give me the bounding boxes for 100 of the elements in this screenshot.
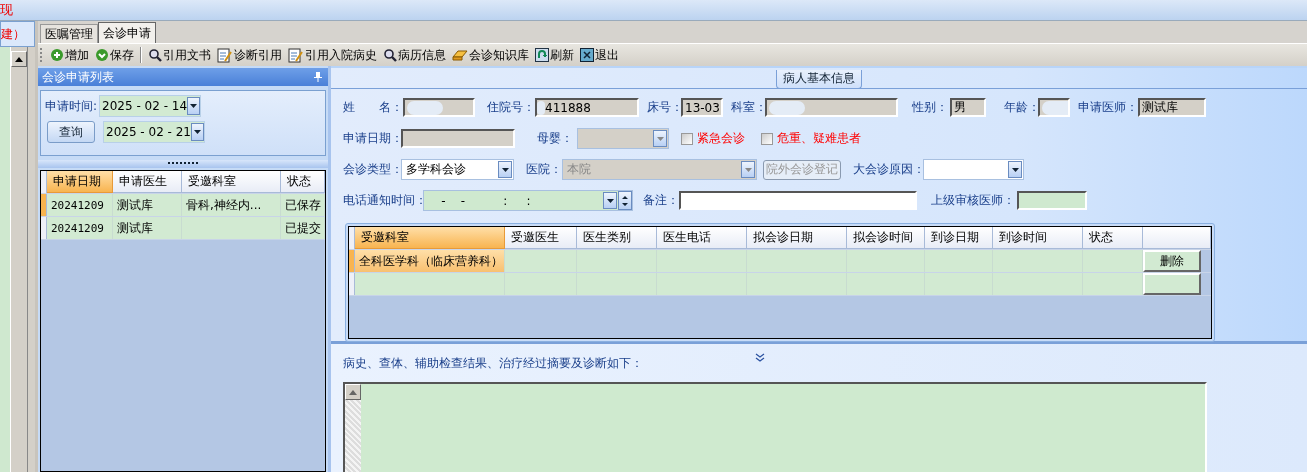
query-button[interactable]: 查询: [47, 121, 95, 143]
table-cell: 测试库: [112, 217, 183, 239]
close-icon: [580, 48, 594, 62]
dropdown[interactable]: 多学科会诊: [401, 159, 514, 180]
table-cell: [1083, 250, 1143, 272]
dropdown-arrow-icon[interactable]: [606, 198, 614, 203]
field-label: 床号：: [647, 99, 681, 116]
text-field[interactable]: [765, 98, 898, 117]
spin-icon: [618, 191, 632, 210]
table-cell: 测试库: [112, 194, 183, 216]
column-header[interactable]: 申请医生: [112, 171, 183, 193]
document-pen-icon: [288, 47, 304, 63]
table-cell: [505, 273, 577, 295]
field-label: 电话通知时间：: [343, 192, 423, 209]
table-cell: [505, 250, 577, 272]
toolbar-button[interactable]: 增加: [48, 46, 91, 64]
tab[interactable]: 会诊申请: [98, 22, 156, 43]
toolbar-button[interactable]: 会诊知识库: [450, 46, 531, 64]
tab[interactable]: 医嘱管理: [40, 24, 98, 43]
document-pen-icon: [217, 47, 233, 63]
text-field[interactable]: [1038, 98, 1070, 117]
text-field[interactable]: 男: [950, 98, 986, 117]
column-header[interactable]: 拟会诊日期: [747, 227, 847, 249]
table-cell: 20241209: [46, 194, 113, 216]
field-label: 性别：: [912, 99, 949, 116]
column-header[interactable]: 拟会诊时间: [847, 227, 925, 249]
toolbar-button[interactable]: 引用入院病史: [286, 46, 379, 64]
table-cell: [925, 273, 993, 295]
delete-button[interactable]: 删除: [1143, 250, 1201, 272]
date-picker[interactable]: 2025 - 02 - 21: [103, 121, 205, 143]
column-header[interactable]: 受邀医生: [505, 227, 577, 249]
text-field[interactable]: [1017, 191, 1087, 210]
field-label: 会诊类型：: [343, 161, 401, 178]
column-header[interactable]: 到诊日期: [925, 227, 993, 249]
panel-title: 会诊申请列表: [42, 68, 114, 86]
group-title: 病人基本信息: [776, 70, 862, 89]
field-label: 住院号：: [487, 99, 535, 116]
toolbar-button[interactable]: 退出: [578, 46, 621, 64]
dropdown-arrow-icon[interactable]: [194, 130, 201, 134]
field-label: 上级审核医师：: [931, 192, 1016, 209]
toolbar-button[interactable]: 病历信息: [381, 46, 448, 64]
dropdown-arrow-icon[interactable]: [1011, 167, 1019, 172]
search-icon: [148, 48, 162, 62]
panel-caption: 建）: [1, 25, 25, 43]
field-label: 备注：: [643, 192, 679, 209]
column-header[interactable]: 到诊时间: [993, 227, 1083, 249]
column-header[interactable]: 受邀科室: [355, 227, 505, 249]
text-field[interactable]: 测试库: [1138, 98, 1206, 117]
table-cell: [1083, 273, 1143, 295]
search-icon: [383, 48, 397, 62]
pin-icon[interactable]: [314, 72, 322, 82]
table-cell: 已提交: [281, 217, 325, 239]
plus-icon: [50, 48, 64, 62]
dropdown-arrow-icon[interactable]: [190, 104, 198, 108]
toolbar-button[interactable]: 保存: [93, 46, 136, 64]
field-label: 姓 名：: [343, 99, 403, 116]
text-field[interactable]: [403, 98, 475, 117]
column-header[interactable]: 状态: [1083, 227, 1143, 249]
checkbox[interactable]: [681, 132, 693, 145]
header-corner: [41, 171, 47, 193]
column-header: [1143, 227, 1211, 249]
scroll-up-icon[interactable]: [11, 51, 27, 67]
column-header[interactable]: 申请日期: [46, 171, 113, 193]
column-header[interactable]: 受邀科室: [182, 171, 282, 193]
field-label: 申请医师：: [1078, 99, 1138, 116]
table-cell: 已保存: [281, 194, 325, 216]
dropdown-arrow-icon[interactable]: [501, 167, 509, 172]
time-field[interactable]: - - : :: [423, 190, 633, 211]
toolbar-button[interactable]: 诊断引用: [215, 46, 284, 64]
field-label: 大会诊原因：: [853, 161, 923, 178]
header-corner: [349, 227, 355, 249]
checkbox[interactable]: [761, 132, 773, 145]
toolbar-button[interactable]: 引用文书: [146, 46, 213, 64]
window-title: 现: [0, 1, 13, 19]
table-cell: [925, 250, 993, 272]
column-header[interactable]: 状态: [281, 171, 326, 193]
date-picker[interactable]: 2025 - 02 - 14: [99, 95, 202, 117]
text-field[interactable]: [401, 129, 515, 148]
download-icon: [95, 48, 109, 62]
field-label: 医院：: [526, 161, 562, 178]
toolbar-button[interactable]: 刷新: [533, 46, 576, 64]
chevron-down-icon[interactable]: [755, 352, 765, 362]
field-label: 申请日期：: [343, 130, 401, 147]
splitter-handle[interactable]: [38, 160, 328, 168]
field-label: 科室：: [731, 99, 765, 116]
text-field[interactable]: [679, 191, 917, 210]
table-cell: 20241209: [46, 217, 113, 239]
table-cell: 骨科,神经内...: [182, 194, 282, 216]
delete-button[interactable]: [1143, 273, 1201, 295]
column-header[interactable]: 医生电话: [657, 227, 747, 249]
scrollbar[interactable]: [10, 47, 28, 472]
text-field[interactable]: 411888: [535, 98, 639, 117]
column-header[interactable]: 医生类别: [577, 227, 657, 249]
refresh-icon: [535, 48, 549, 62]
table-cell: 全科医学科（临床营养科）: [355, 250, 505, 272]
scrollbar[interactable]: [345, 384, 361, 472]
text-area[interactable]: [343, 382, 1207, 472]
eraser-icon: [452, 49, 468, 61]
text-field[interactable]: 13-03: [681, 98, 723, 117]
field-label: 母婴：: [537, 130, 574, 147]
